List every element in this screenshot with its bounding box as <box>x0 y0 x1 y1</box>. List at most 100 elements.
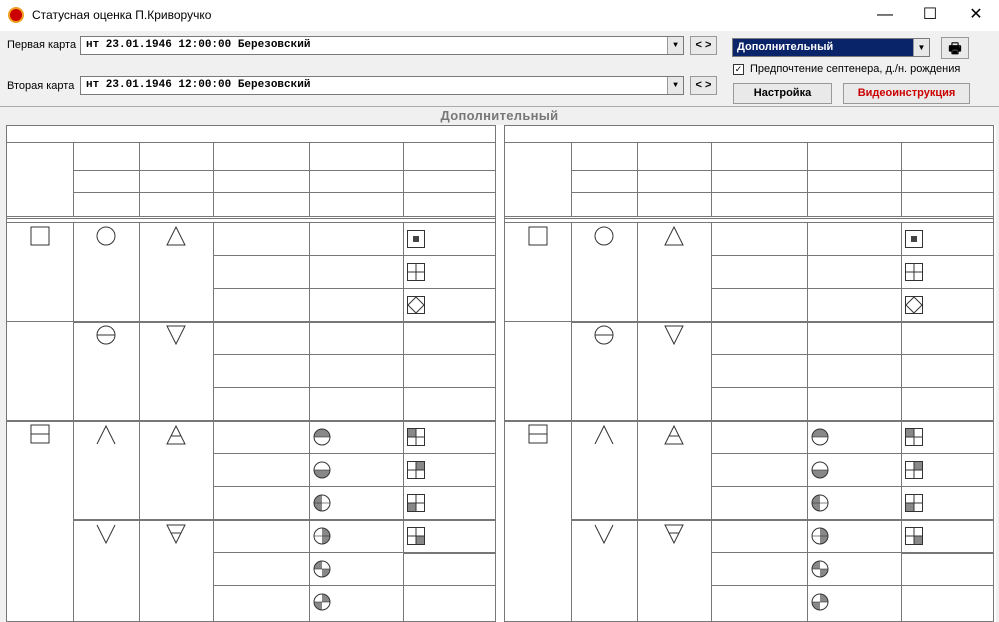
element-square-icon <box>407 296 425 314</box>
grid-line <box>505 218 993 219</box>
grid-line <box>807 222 808 622</box>
element-square-icon <box>407 494 425 512</box>
wedge-icon <box>96 424 116 445</box>
grid-line <box>7 222 495 223</box>
app-icon <box>8 7 24 23</box>
grid-line <box>7 216 495 217</box>
video-button[interactable]: Видеоинструкция <box>843 83 970 104</box>
toolbar: Первая карта нт 23.01.1946 12:00:00 Бере… <box>0 31 999 107</box>
grid-line <box>7 321 73 322</box>
grid-line <box>571 142 572 216</box>
trimid-icon <box>166 424 186 445</box>
grid-line <box>571 519 711 520</box>
circline-icon <box>594 325 614 345</box>
print-button[interactable]: 🖶 <box>941 37 969 59</box>
grid-line <box>807 142 808 216</box>
circle-icon <box>96 226 116 246</box>
grid-line <box>7 218 495 219</box>
element-square-icon <box>407 461 425 479</box>
grid-line <box>213 222 214 622</box>
element-square-icon <box>407 428 425 446</box>
grid-line <box>711 255 993 256</box>
window-title: Статусная оценка П.Криворучко <box>32 8 212 22</box>
element-pie-icon <box>313 461 331 479</box>
grid-line <box>73 222 74 622</box>
chevron-down-icon: ▼ <box>913 39 929 56</box>
septener-label: Предпочтение септенера, д./н. рождения <box>750 63 961 75</box>
grid-line <box>901 552 993 554</box>
grid-line <box>73 142 74 216</box>
grid-line <box>139 142 140 216</box>
element-square-icon <box>407 230 425 248</box>
minimize-button[interactable]: — <box>862 0 908 31</box>
printer-icon: 🖶 <box>948 40 962 56</box>
second-chart-combo[interactable]: нт 23.01.1946 12:00:00 Березовский ▼ <box>80 76 684 95</box>
grid-line <box>505 321 571 322</box>
element-square-icon <box>407 527 425 545</box>
grid-line <box>403 222 404 622</box>
element-pie-icon <box>811 494 829 512</box>
grid-line <box>7 142 495 143</box>
element-pie-icon <box>313 527 331 545</box>
grid-line <box>213 585 495 586</box>
grid-line <box>213 354 495 355</box>
circline-icon <box>96 325 116 345</box>
vee-icon <box>96 524 116 545</box>
grid-line <box>505 142 993 143</box>
horoscope-panel <box>504 125 994 622</box>
element-square-icon <box>905 263 923 281</box>
content-area <box>6 125 996 622</box>
grid-line <box>571 222 572 622</box>
grid-line <box>637 222 638 622</box>
element-pie-icon <box>313 428 331 446</box>
grid-line <box>505 222 993 223</box>
square-icon <box>528 226 548 246</box>
element-pie-icon <box>811 593 829 611</box>
element-square-icon <box>905 230 923 248</box>
grid-line <box>711 387 993 388</box>
cosmogram-panel <box>6 125 496 622</box>
element-pie-icon <box>811 560 829 578</box>
wedge-icon <box>594 424 614 445</box>
grid-line <box>213 142 214 216</box>
grid-line <box>309 222 310 622</box>
grid-line <box>213 288 495 289</box>
grid-line <box>711 288 993 289</box>
tridownmid-icon <box>166 524 186 545</box>
trimid-icon <box>664 424 684 445</box>
grid-line <box>213 486 495 487</box>
grid-line <box>571 192 993 193</box>
grid-line <box>901 222 902 622</box>
element-pie-icon <box>811 461 829 479</box>
grid-line <box>73 170 495 171</box>
element-square-icon <box>905 461 923 479</box>
square-icon <box>30 226 50 246</box>
first-chart-nav-button[interactable]: < > <box>690 36 717 55</box>
grid-line <box>571 321 711 322</box>
grid-line <box>213 255 495 256</box>
element-pie-icon <box>313 560 331 578</box>
grid-line <box>711 142 712 216</box>
grid-line <box>711 486 993 487</box>
second-chart-nav-button[interactable]: < > <box>690 76 717 95</box>
element-square-icon <box>905 494 923 512</box>
section-title: Дополнительный <box>440 108 559 123</box>
close-button[interactable]: ✕ <box>953 0 999 31</box>
chevron-down-icon: ▼ <box>667 37 683 54</box>
grid-line <box>711 354 993 355</box>
first-chart-label: Первая карта <box>7 39 77 51</box>
maximize-button[interactable]: ☐ <box>907 0 953 31</box>
grid-line <box>139 222 140 622</box>
grid-line <box>213 453 495 454</box>
setup-button[interactable]: Настройка <box>733 83 832 104</box>
grid-line <box>403 552 495 554</box>
element-pie-icon <box>313 593 331 611</box>
first-chart-combo[interactable]: нт 23.01.1946 12:00:00 Березовский ▼ <box>80 36 684 55</box>
squareline-icon <box>528 424 548 444</box>
mode-select[interactable]: Дополнительный ▼ <box>732 38 930 57</box>
septener-checkbox[interactable]: ✓ <box>733 64 744 75</box>
tri-icon <box>664 225 684 246</box>
grid-line <box>505 216 993 217</box>
grid-line <box>901 142 902 216</box>
second-chart-label: Вторая карта <box>7 80 75 92</box>
